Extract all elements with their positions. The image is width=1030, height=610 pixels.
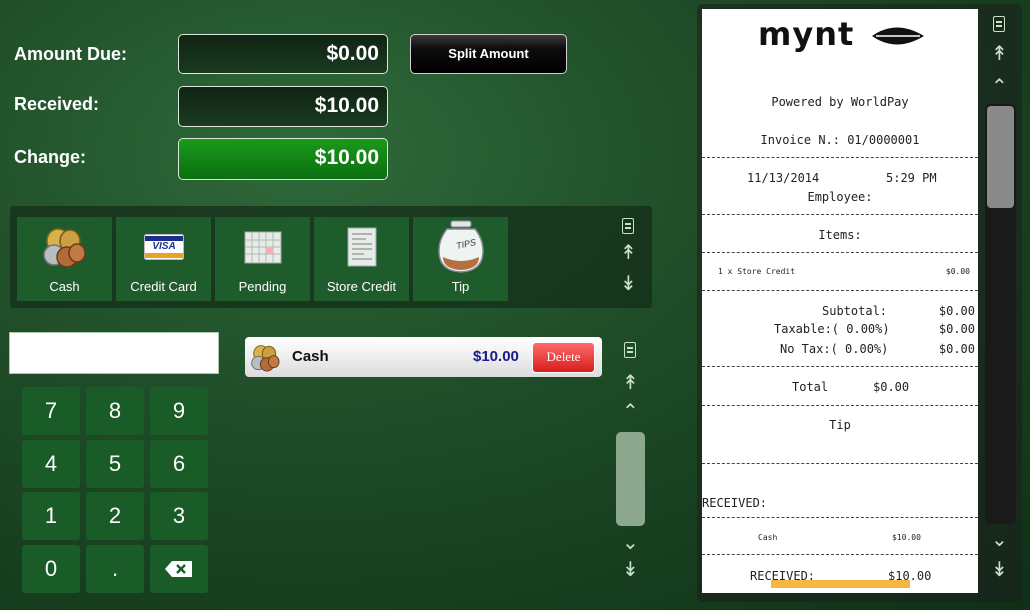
method-label: Pending [238, 279, 287, 294]
receipt-cash-label: Cash [758, 533, 778, 542]
received-label: Received: [14, 94, 100, 114]
tender-row[interactable]: Cash $10.00 Delete [245, 337, 602, 377]
receipt-subtotal-label: Subtotal: [822, 304, 888, 318]
receipt-invoice: Invoice N.: 01/0000001 [760, 133, 920, 147]
method-credit-card-button[interactable]: VISA Credit Card [116, 217, 211, 301]
key-3[interactable]: 3 [150, 492, 208, 540]
coins-icon [43, 228, 86, 268]
page-icon[interactable] [993, 16, 1005, 32]
receipt-taxable-label: Taxable:( 0.00%) [774, 322, 890, 336]
receipt-tip-label: Tip [829, 418, 851, 432]
key-1[interactable]: 1 [22, 492, 80, 540]
page-icon[interactable] [622, 218, 634, 234]
receipt-items-header: Items: [818, 228, 862, 242]
receipt-scroll-track[interactable] [985, 104, 1016, 524]
method-label: Store Credit [326, 279, 397, 294]
method-store-credit-button[interactable]: Store Credit [314, 217, 409, 301]
key-6[interactable]: 6 [150, 440, 208, 488]
method-pending-button[interactable]: Pending [215, 217, 310, 301]
backspace-key[interactable] [150, 545, 208, 593]
receipt-total-value: $0.00 [873, 380, 910, 394]
key-7[interactable]: 7 [22, 387, 80, 435]
receipt-employee: Employee: [807, 190, 873, 204]
split-amount-button[interactable]: Split Amount [410, 34, 567, 74]
tender-scrollbar[interactable] [616, 432, 645, 526]
amount-due-field: $0.00 [178, 34, 388, 74]
receipt-notax-label: No Tax:( 0.00%) [780, 342, 889, 356]
key-4[interactable]: 4 [22, 440, 80, 488]
key-2[interactable]: 2 [86, 492, 144, 540]
method-label: Credit Card [130, 279, 197, 294]
visa-card-text: VISA [152, 241, 176, 252]
receipt-highlight [771, 580, 910, 588]
tender-amount: $10.00 [473, 348, 519, 365]
receipt-logo-text: mynt [758, 15, 855, 53]
coins-icon [251, 345, 280, 372]
scroll-up-icon[interactable]: ⌃ [991, 77, 1008, 97]
calendar-icon [244, 231, 282, 264]
received-field: $10.00 [178, 86, 388, 127]
backspace-icon [165, 561, 192, 577]
scroll-bottom-icon[interactable]: ↡ [620, 274, 637, 294]
scroll-bottom-icon[interactable]: ↡ [991, 560, 1008, 580]
change-field: $10.00 [178, 138, 388, 180]
scroll-top-icon[interactable]: ↟ [622, 373, 639, 393]
leaf-logo-icon [872, 27, 924, 45]
amount-entry-input[interactable] [9, 332, 219, 374]
method-cash-button[interactable]: Cash [17, 217, 112, 301]
key-9[interactable]: 9 [150, 387, 208, 435]
receipt-subtotal-value: $0.00 [938, 304, 975, 318]
receipt-powered: Powered by WorldPay [771, 95, 909, 109]
receipt-item-line: 1 x Store Credit [718, 267, 796, 276]
document-icon [347, 227, 377, 267]
scroll-down-icon[interactable]: ⌄ [991, 530, 1008, 550]
key-8[interactable]: 8 [86, 387, 144, 435]
receipt-notax-value: $0.00 [938, 342, 975, 356]
method-label: Tip [451, 279, 470, 294]
key-0[interactable]: 0 [22, 545, 80, 593]
delete-tender-button[interactable]: Delete [532, 342, 595, 373]
scroll-up-icon[interactable]: ⌃ [622, 402, 639, 422]
key-5[interactable]: 5 [86, 440, 144, 488]
receipt-date: 11/13/2014 [747, 171, 820, 185]
method-label: Cash [49, 279, 80, 294]
receipt-preview: mynt Powered by WorldPay Invoice N.: 01/… [702, 9, 978, 593]
receipt-total-label: Total [792, 380, 829, 394]
scroll-bottom-icon[interactable]: ↡ [622, 560, 639, 580]
scroll-top-icon[interactable]: ↟ [620, 243, 637, 263]
page-icon[interactable] [624, 342, 636, 358]
scroll-down-icon[interactable]: ⌄ [622, 533, 639, 553]
amount-due-label: Amount Due: [14, 44, 127, 64]
receipt-item-amount: $0.00 [945, 267, 970, 276]
method-tip-button[interactable]: TIPS Tip [413, 217, 508, 301]
receipt-taxable-value: $0.00 [938, 322, 975, 336]
key-decimal[interactable]: . [86, 545, 144, 593]
scroll-top-icon[interactable]: ↟ [991, 44, 1008, 64]
receipt-cash-value: $10.00 [892, 533, 921, 542]
tender-method: Cash [292, 348, 329, 365]
change-label: Change: [14, 147, 86, 167]
receipt-scroll-thumb[interactable] [987, 106, 1014, 208]
receipt-time: 5:29 PM [886, 171, 937, 185]
receipt-received-header: RECEIVED: [702, 496, 768, 510]
